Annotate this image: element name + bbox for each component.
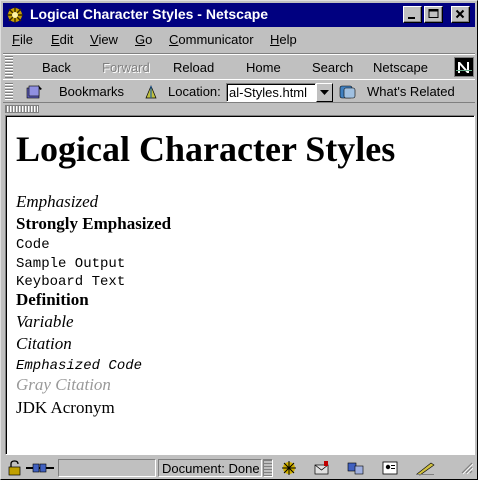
toolbar-collapse-tab[interactable] — [5, 105, 39, 113]
location-toolbar-grip[interactable] — [5, 83, 13, 101]
search-button[interactable]: Search — [312, 60, 353, 75]
text-strong: Strongly Emphasized — [16, 214, 172, 233]
resize-grip-icon[interactable] — [459, 460, 473, 476]
window-title: Logical Character Styles - Netscape — [30, 6, 269, 22]
text-emphasized: Emphasized — [16, 192, 99, 211]
maximize-button[interactable] — [424, 6, 443, 23]
security-lock-icon[interactable] — [6, 460, 24, 476]
composer-icon[interactable] — [415, 460, 437, 476]
mail-icon[interactable] — [313, 460, 331, 476]
navigator-icon[interactable] — [280, 460, 298, 476]
menu-go[interactable]: Go — [135, 32, 152, 47]
address-book-icon[interactable] — [381, 460, 399, 476]
text-emphasized-code: Emphasized Code — [16, 358, 143, 374]
minimize-icon — [408, 17, 415, 19]
component-bar-grip[interactable] — [263, 459, 273, 477]
chevron-down-icon — [320, 90, 329, 95]
text-variable: Variable — [16, 312, 74, 331]
text-sample-output: Sample Output — [16, 256, 126, 272]
close-icon — [455, 9, 465, 19]
back-button[interactable]: Back — [42, 60, 71, 75]
title-bar[interactable]: Logical Character Styles - Netscape — [3, 3, 475, 27]
maximize-icon — [428, 9, 439, 18]
text-citation: Citation — [16, 334, 72, 353]
menu-help[interactable]: Help — [270, 32, 297, 47]
menu-bar: File Edit View Go Communicator Help — [3, 29, 475, 51]
progress-bar — [58, 459, 156, 477]
forward-button[interactable]: Forward — [102, 60, 150, 75]
bookmarks-icon[interactable] — [25, 84, 43, 100]
menu-view[interactable]: View — [90, 32, 118, 47]
menu-edit[interactable]: Edit — [51, 32, 73, 47]
text-code: Code — [16, 237, 50, 253]
netscape-logo-icon[interactable] — [454, 57, 474, 77]
menu-communicator[interactable]: Communicator — [169, 32, 254, 47]
status-text: Document: Done — [158, 459, 262, 477]
text-definition: Definition — [16, 290, 89, 309]
bookmarks-button[interactable]: Bookmarks — [59, 84, 124, 99]
netscape-app-icon[interactable] — [6, 6, 24, 24]
page-proxy-icon[interactable] — [142, 84, 160, 100]
text-gray-citation: Gray Citation — [16, 375, 111, 394]
whats-related-button[interactable]: What's Related — [367, 84, 455, 99]
netscape-button[interactable]: Netscape — [373, 60, 428, 75]
page-content: Logical Character Styles Emphasized Stro… — [5, 115, 475, 455]
text-acronym: JDK Acronym — [16, 398, 115, 417]
reload-button[interactable]: Reload — [173, 60, 214, 75]
toolbar-grip[interactable] — [5, 56, 13, 78]
minimize-button[interactable] — [403, 6, 422, 23]
close-button[interactable] — [451, 6, 470, 23]
whats-related-icon[interactable] — [339, 84, 357, 100]
location-label: Location: — [168, 84, 221, 99]
location-dropdown-button[interactable] — [316, 83, 333, 102]
status-bar: Document: Done — [3, 457, 475, 479]
page-heading: Logical Character Styles — [16, 129, 396, 169]
home-button[interactable]: Home — [246, 60, 281, 75]
online-status-icon[interactable] — [25, 460, 55, 476]
location-toolbar: Bookmarks Location: al-Styles.html What'… — [3, 81, 475, 103]
location-input[interactable]: al-Styles.html — [226, 83, 316, 102]
menu-file[interactable]: File — [12, 32, 33, 47]
newsgroups-icon[interactable] — [347, 460, 365, 476]
navigation-toolbar: Back Forward Reload Home Search Netscape — [3, 53, 475, 80]
text-keyboard: Keyboard Text — [16, 274, 126, 290]
browser-window: Logical Character Styles - Netscape File… — [0, 0, 478, 480]
